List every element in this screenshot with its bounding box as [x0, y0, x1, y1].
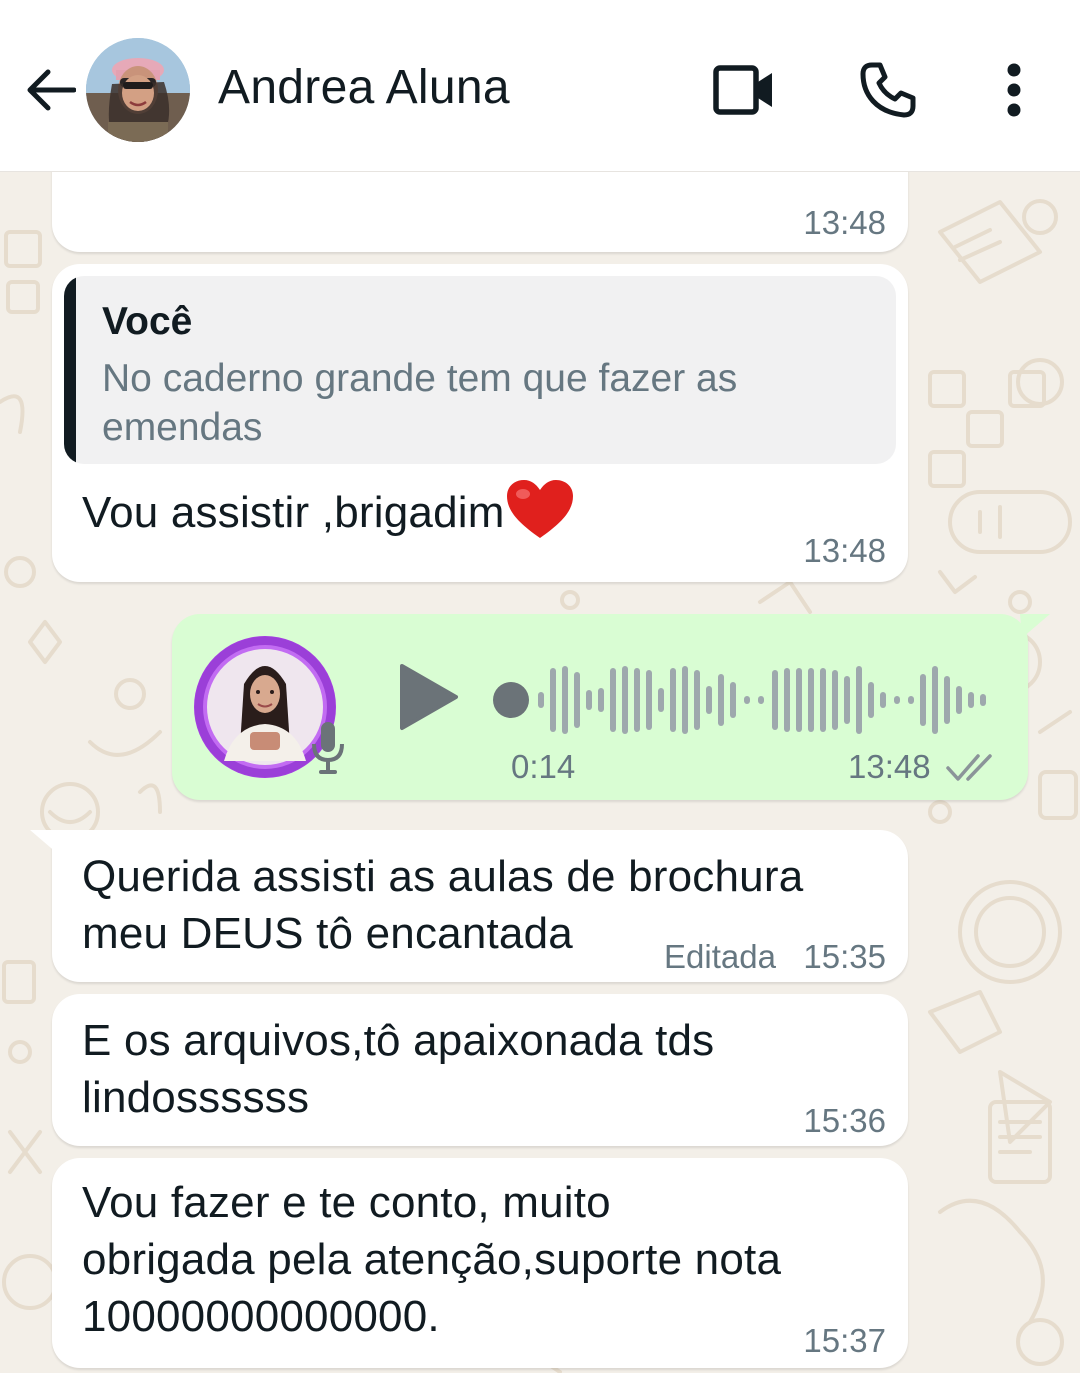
- voice-duration: 0:14: [511, 748, 576, 785]
- more-options-icon: [1007, 63, 1021, 117]
- play-icon: [400, 664, 458, 730]
- incoming-bubble-tail: [30, 830, 60, 854]
- message-bubble-incoming[interactable]: Você No caderno grande tem que fazer as …: [52, 264, 908, 582]
- message-text-line: meu DEUS tô encantada: [82, 909, 573, 958]
- more-options-button[interactable]: [994, 58, 1034, 122]
- contact-avatar[interactable]: [86, 38, 190, 142]
- message-time: 13:48: [803, 204, 886, 241]
- video-call-button[interactable]: [706, 58, 782, 122]
- message-time: 13:48: [803, 532, 886, 569]
- voice-call-button[interactable]: [852, 58, 924, 122]
- video-call-icon: [713, 65, 772, 115]
- quote-author: Você: [102, 300, 193, 343]
- voice-message-bubble-outgoing[interactable]: 0:14 13:48: [172, 614, 1050, 800]
- microphone-icon: [312, 722, 344, 774]
- message-text-line: obrigada pela atenção,suporte nota: [82, 1235, 782, 1284]
- message-bubble-incoming[interactable]: Vou fazer e te conto, muito obrigada pel…: [52, 1158, 908, 1368]
- back-button[interactable]: [22, 62, 78, 118]
- message-time: 15:36: [803, 1102, 886, 1139]
- message-text-line: 10000000000000.: [82, 1292, 440, 1341]
- edited-label: Editada: [664, 938, 776, 975]
- heart-emoji: [506, 480, 573, 538]
- message-text-line: Querida assisti as aulas de brochura: [82, 852, 804, 901]
- double-check-icon: [946, 754, 992, 781]
- quote-accent-bar: [64, 276, 76, 464]
- phone-icon: [860, 62, 916, 118]
- message-time: 15:37: [803, 1322, 886, 1359]
- message-time: 15:35: [803, 938, 886, 975]
- audio-waveform[interactable]: [490, 660, 990, 740]
- message-text-line: Vou fazer e te conto, muito: [82, 1178, 611, 1227]
- message-time: 13:48: [848, 748, 931, 785]
- chat-area[interactable]: 13:48 Você No caderno grande tem que faz…: [0, 172, 1080, 1373]
- message-bubble-incoming[interactable]: 13:48: [52, 172, 908, 252]
- chat-header: Andrea Aluna: [0, 0, 1080, 172]
- outgoing-bubble-tail: [1020, 614, 1050, 638]
- quoted-message[interactable]: Você No caderno grande tem que fazer as …: [64, 276, 896, 464]
- message-bubble-incoming[interactable]: Querida assisti as aulas de brochura meu…: [30, 830, 908, 982]
- message-text-line: E os arquivos,tô apaixonada tds: [82, 1016, 715, 1065]
- message-text-line: lindossssss: [82, 1073, 310, 1122]
- play-button[interactable]: [396, 662, 466, 734]
- back-arrow-icon: [27, 69, 76, 111]
- contact-name[interactable]: Andrea Aluna: [218, 60, 510, 115]
- quote-text: No caderno grande tem que fazer as emend…: [102, 357, 738, 449]
- message-bubble-incoming[interactable]: E os arquivos,tô apaixonada tds lindosss…: [52, 994, 908, 1146]
- message-text: Vou assistir ,brigadim: [82, 487, 505, 537]
- message-content: Vou assistir ,brigadim: [82, 480, 575, 542]
